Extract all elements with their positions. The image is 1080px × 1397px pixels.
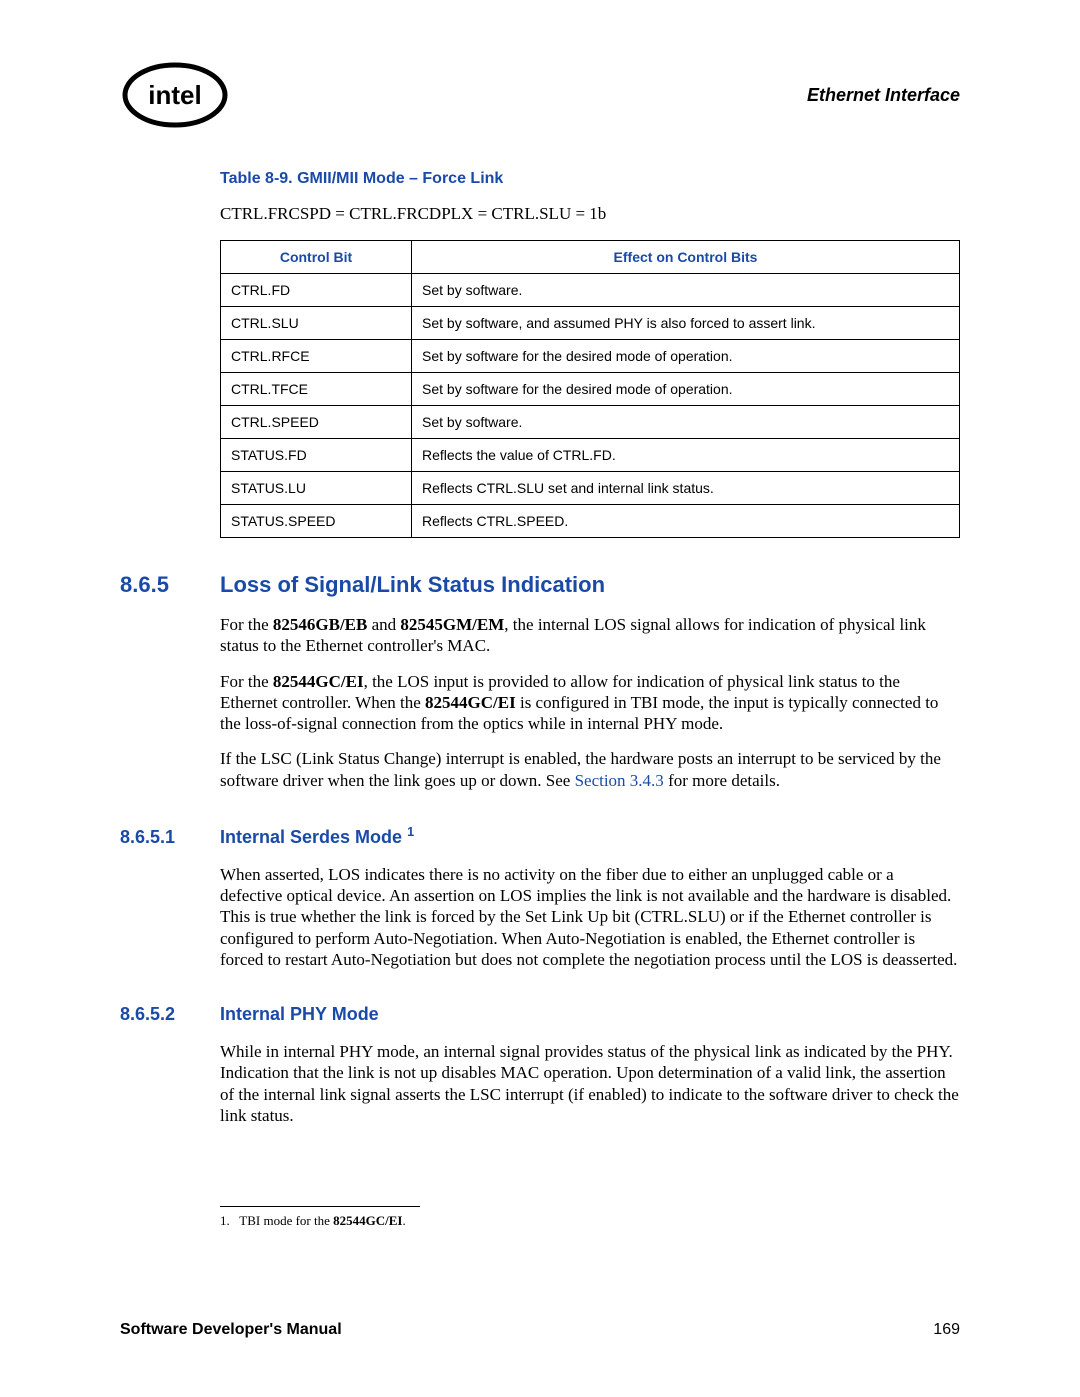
section-title: Loss of Signal/Link Status Indication bbox=[220, 572, 605, 598]
cell-bit: CTRL.TFCE bbox=[221, 373, 412, 406]
intel-logo: intel bbox=[120, 60, 230, 130]
paragraph: For the 82544GC/EI, the LOS input is pro… bbox=[220, 671, 960, 735]
cell-effect: Reflects CTRL.SPEED. bbox=[412, 505, 960, 538]
header-section-title: Ethernet Interface bbox=[807, 85, 960, 106]
table-condition-line: CTRL.FRCSPD = CTRL.FRCDPLX = CTRL.SLU = … bbox=[220, 204, 960, 224]
paragraph: If the LSC (Link Status Change) interrup… bbox=[220, 748, 960, 791]
table-row: CTRL.TFCESet by software for the desired… bbox=[221, 373, 960, 406]
paragraph: While in internal PHY mode, an internal … bbox=[220, 1041, 960, 1126]
table-row: CTRL.SPEEDSet by software. bbox=[221, 406, 960, 439]
section-heading-8652: 8.6.5.2 Internal PHY Mode bbox=[120, 1004, 960, 1025]
cell-effect: Set by software, and assumed PHY is also… bbox=[412, 307, 960, 340]
section-number: 8.6.5 bbox=[120, 572, 220, 598]
control-bits-table: Control Bit Effect on Control Bits CTRL.… bbox=[220, 240, 960, 538]
cell-effect: Set by software. bbox=[412, 274, 960, 307]
table-row: STATUS.FDReflects the value of CTRL.FD. bbox=[221, 439, 960, 472]
section-number: 8.6.5.2 bbox=[120, 1004, 220, 1025]
footnote: 1. TBI mode for the 82544GC/EI. bbox=[220, 1213, 960, 1229]
svg-text:intel: intel bbox=[148, 80, 201, 110]
page-header: intel Ethernet Interface bbox=[120, 60, 960, 130]
table-row: CTRL.RFCESet by software for the desired… bbox=[221, 340, 960, 373]
section-heading-8651: 8.6.5.1 Internal Serdes Mode 1 bbox=[120, 825, 960, 848]
footnote-marker: 1 bbox=[407, 825, 414, 839]
cell-effect: Reflects CTRL.SLU set and internal link … bbox=[412, 472, 960, 505]
section-heading-865: 8.6.5 Loss of Signal/Link Status Indicat… bbox=[120, 572, 960, 598]
paragraph: When asserted, LOS indicates there is no… bbox=[220, 864, 960, 970]
page-footer: Software Developer's Manual 169 bbox=[120, 1321, 960, 1339]
page-number: 169 bbox=[933, 1321, 960, 1339]
cross-reference-link[interactable]: Section 3.4.3 bbox=[575, 771, 664, 790]
cell-effect: Set by software for the desired mode of … bbox=[412, 373, 960, 406]
cell-bit: CTRL.SPEED bbox=[221, 406, 412, 439]
section-title: Internal PHY Mode bbox=[220, 1004, 379, 1025]
table-caption: Table 8-9. GMII/MII Mode – Force Link bbox=[220, 170, 960, 188]
cell-effect: Reflects the value of CTRL.FD. bbox=[412, 439, 960, 472]
table-header-control-bit: Control Bit bbox=[221, 241, 412, 274]
table-row: STATUS.LUReflects CTRL.SLU set and inter… bbox=[221, 472, 960, 505]
section-title: Internal Serdes Mode 1 bbox=[220, 825, 414, 848]
cell-bit: STATUS.LU bbox=[221, 472, 412, 505]
table-row: CTRL.SLUSet by software, and assumed PHY… bbox=[221, 307, 960, 340]
table-row: STATUS.SPEEDReflects CTRL.SPEED. bbox=[221, 505, 960, 538]
footnote-separator bbox=[220, 1206, 420, 1207]
table-header-effect: Effect on Control Bits bbox=[412, 241, 960, 274]
cell-bit: STATUS.SPEED bbox=[221, 505, 412, 538]
cell-bit: CTRL.RFCE bbox=[221, 340, 412, 373]
paragraph: For the 82546GB/EB and 82545GM/EM, the i… bbox=[220, 614, 960, 657]
table-row: CTRL.FDSet by software. bbox=[221, 274, 960, 307]
footer-manual-title: Software Developer's Manual bbox=[120, 1321, 342, 1339]
cell-effect: Set by software for the desired mode of … bbox=[412, 340, 960, 373]
cell-bit: CTRL.FD bbox=[221, 274, 412, 307]
cell-effect: Set by software. bbox=[412, 406, 960, 439]
cell-bit: STATUS.FD bbox=[221, 439, 412, 472]
cell-bit: CTRL.SLU bbox=[221, 307, 412, 340]
section-number: 8.6.5.1 bbox=[120, 827, 220, 848]
